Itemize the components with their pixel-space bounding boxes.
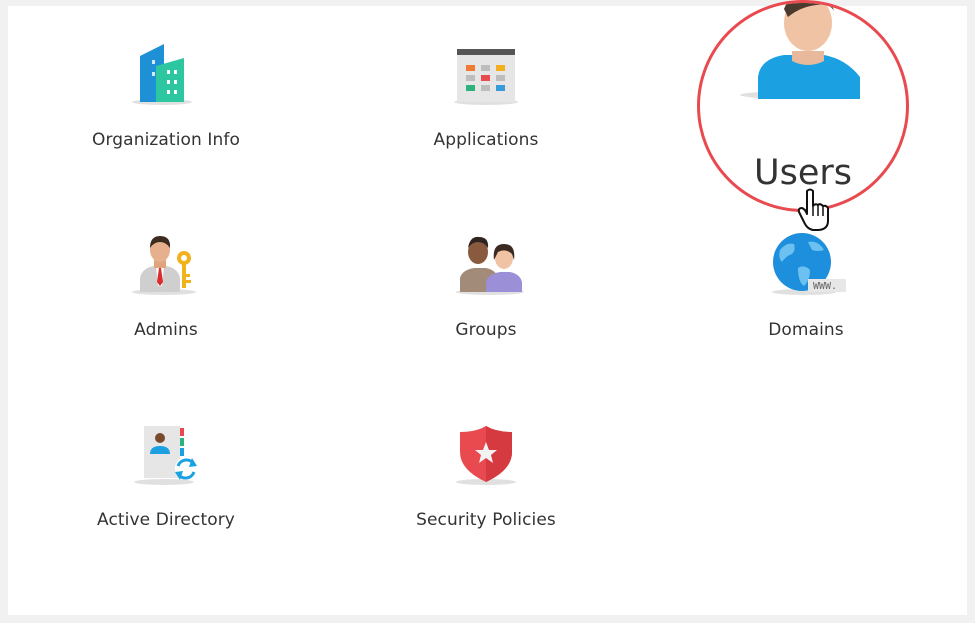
tile-users[interactable]: Users — [697, 0, 909, 212]
tile-label: Users — [753, 153, 852, 193]
tile-organization-info[interactable]: Organization Info — [46, 40, 286, 190]
applications-grid-icon — [446, 40, 526, 110]
tile-label: Organization Info — [92, 130, 240, 150]
tile-security-policies[interactable]: Security Policies — [366, 420, 606, 570]
tile-label: Active Directory — [97, 510, 235, 530]
tile-label: Applications — [433, 130, 539, 150]
directory-sync-icon — [126, 420, 206, 490]
security-shield-icon — [446, 420, 526, 490]
tile-label: Domains — [768, 320, 844, 340]
tile-groups[interactable]: Groups — [366, 230, 606, 380]
group-icon — [446, 230, 526, 300]
user-icon — [740, 3, 860, 99]
tile-domains[interactable]: WWW. Domains — [686, 230, 926, 380]
tile-label: Groups — [455, 320, 517, 340]
tile-label: Admins — [134, 320, 198, 340]
admin-key-icon — [126, 230, 206, 300]
building-icon — [126, 40, 206, 110]
tile-label: Security Policies — [416, 510, 556, 530]
tile-admins[interactable]: Admins — [46, 230, 286, 380]
tile-applications[interactable]: Applications — [366, 40, 606, 190]
hand-pointer-icon — [797, 188, 829, 231]
globe-www-icon: WWW. — [766, 230, 850, 300]
tile-active-directory[interactable]: Active Directory — [46, 420, 286, 570]
www-badge: WWW. — [813, 281, 837, 292]
